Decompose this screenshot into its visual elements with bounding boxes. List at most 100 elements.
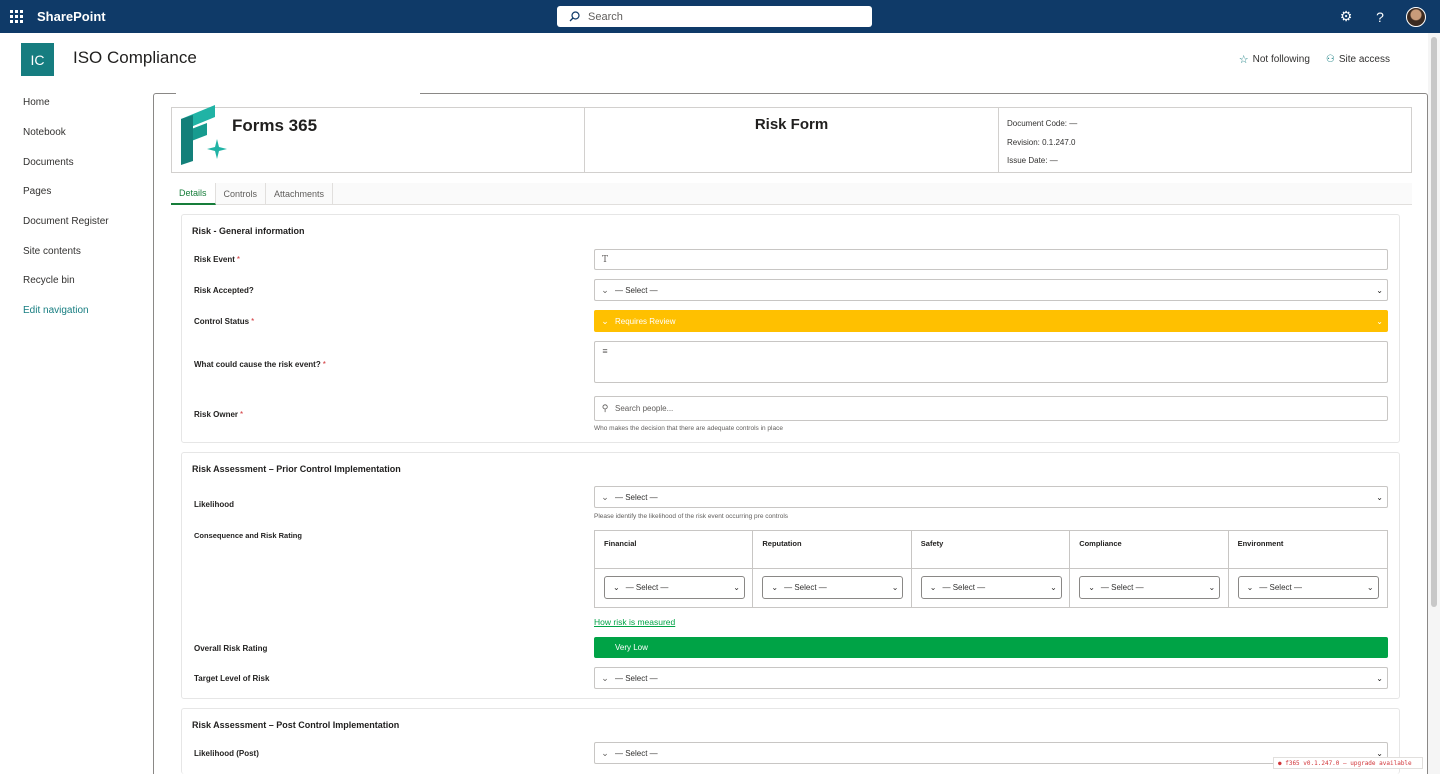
site-logo[interactable]: IC bbox=[21, 43, 54, 76]
nav-item-site-contents[interactable]: Site contents bbox=[0, 236, 152, 266]
dropdown-caret-icon: ⌄ bbox=[1208, 583, 1216, 592]
how-risk-measured-link[interactable]: How risk is measured bbox=[594, 617, 675, 627]
scrollbar-thumb[interactable] bbox=[1431, 37, 1437, 607]
financial-select[interactable]: ⌄ — Select — ⌄ bbox=[604, 576, 745, 599]
nav-item-document-register[interactable]: Document Register bbox=[0, 207, 152, 237]
dropdown-caret-icon: ⌄ bbox=[1050, 583, 1057, 592]
compliance-select[interactable]: ⌄ — Select — ⌄ bbox=[1079, 576, 1221, 599]
risk-owner-label: Risk Owner * bbox=[194, 410, 244, 419]
revision: Revision: 0.1.247.0 bbox=[1007, 137, 1076, 147]
column-header: Financial bbox=[595, 531, 753, 569]
column-header: Safety bbox=[911, 531, 1070, 569]
chevron-down-icon: ⌄ bbox=[601, 491, 609, 502]
select-value: — Select — bbox=[784, 583, 827, 592]
environment-select[interactable]: ⌄ — Select — ⌄ bbox=[1237, 576, 1379, 599]
control-status-select[interactable]: ⌄ Requires Review ⌄ bbox=[594, 310, 1388, 332]
section-prior-control: Risk Assessment – Prior Control Implemen… bbox=[181, 452, 1400, 699]
consequence-column-financial: Financial ⌄ — Select — ⌄ bbox=[595, 531, 754, 607]
likelihood-label: Likelihood bbox=[194, 500, 234, 509]
document-code: Document Code: — bbox=[1007, 119, 1078, 128]
column-header: Environment bbox=[1228, 531, 1387, 569]
version-badge[interactable]: ● f365 v0.1.247.0 — upgrade available bbox=[1273, 757, 1423, 769]
help-icon[interactable]: ? bbox=[1372, 9, 1388, 25]
chevron-down-icon: ⌄ bbox=[1088, 583, 1095, 592]
dropdown-caret-icon: ⌄ bbox=[733, 583, 740, 592]
risk-accepted-select[interactable]: ⌄ — Select — ⌄ bbox=[594, 279, 1388, 301]
chevron-down-icon: ⌄ bbox=[601, 315, 609, 326]
frame-tab bbox=[176, 87, 420, 95]
tab-details[interactable]: Details bbox=[171, 183, 216, 205]
nav-item-notebook[interactable]: Notebook bbox=[0, 118, 152, 148]
edit-navigation-link[interactable]: Edit navigation bbox=[0, 296, 152, 326]
form-tabs: Details Controls Attachments bbox=[171, 183, 1412, 205]
site-access-button[interactable]: ⚇ Site access bbox=[1326, 53, 1390, 66]
dropdown-caret-icon: ⌄ bbox=[891, 583, 899, 592]
issue-date: Issue Date: — bbox=[1007, 156, 1058, 165]
chevron-down-icon: ⌄ bbox=[771, 583, 779, 592]
likelihood-value: — Select — bbox=[615, 492, 658, 502]
form-header: Forms 365 Risk Form Document Code: — Rev… bbox=[171, 105, 1412, 173]
consequence-column-reputation: Reputation ⌄ — Select — ⌄ bbox=[753, 531, 912, 607]
section-title: Risk Assessment – Prior Control Implemen… bbox=[192, 464, 401, 474]
follow-button[interactable]: ☆ Not following bbox=[1239, 53, 1310, 66]
search-placeholder: Search bbox=[588, 10, 623, 23]
nav-item-documents[interactable]: Documents bbox=[0, 147, 152, 177]
left-navigation: Home Notebook Documents Pages Document R… bbox=[0, 88, 152, 326]
column-header: Reputation bbox=[753, 531, 911, 569]
likelihood-post-select[interactable]: ⌄ — Select — ⌄ bbox=[594, 742, 1388, 764]
section-post-control: Risk Assessment – Post Control Implement… bbox=[181, 708, 1400, 774]
risk-accepted-label: Risk Accepted? bbox=[194, 286, 254, 295]
follow-label: Not following bbox=[1252, 54, 1310, 65]
multiline-text-icon: ≡ bbox=[602, 346, 608, 356]
consequence-table: Financial ⌄ — Select — ⌄ Reputation ⌄ — … bbox=[594, 530, 1388, 608]
likelihood-post-label: Likelihood (Post) bbox=[194, 749, 259, 758]
safety-select[interactable]: ⌄ — Select — ⌄ bbox=[920, 576, 1062, 599]
control-status-label: Control Status * bbox=[194, 317, 255, 326]
section-title: Risk Assessment – Post Control Implement… bbox=[192, 720, 400, 730]
chevron-down-icon: ⌄ bbox=[601, 284, 609, 295]
select-value: — Select — bbox=[625, 583, 669, 592]
form-title: Risk Form bbox=[754, 116, 829, 133]
reputation-select[interactable]: ⌄ — Select — ⌄ bbox=[762, 576, 904, 599]
likelihood-hint: Please identify the likelihood of the ri… bbox=[594, 513, 789, 520]
risk-owner-placeholder: Search people... bbox=[615, 404, 674, 413]
target-risk-select[interactable]: ⌄ — Select — ⌄ bbox=[594, 667, 1388, 689]
nav-item-recycle-bin[interactable]: Recycle bin bbox=[0, 266, 152, 296]
tab-attachments[interactable]: Attachments bbox=[266, 183, 334, 205]
risk-owner-hint: Who makes the decision that there are ad… bbox=[594, 425, 783, 432]
risk-cause-label: What could cause the risk event? * bbox=[194, 360, 326, 369]
star-icon: ☆ bbox=[1238, 54, 1249, 66]
chevron-down-icon: ⌄ bbox=[601, 672, 609, 683]
avatar[interactable] bbox=[1406, 6, 1426, 27]
dropdown-caret-icon: ⌄ bbox=[1366, 583, 1374, 592]
likelihood-select[interactable]: ⌄ — Select — ⌄ bbox=[594, 486, 1388, 508]
search-icon bbox=[569, 11, 580, 22]
waffle-icon[interactable] bbox=[0, 0, 32, 33]
site-title[interactable]: ISO Compliance bbox=[73, 48, 197, 68]
control-status-value: Requires Review bbox=[615, 316, 676, 326]
section-title: Risk - General information bbox=[192, 226, 305, 236]
sharepoint-brand[interactable]: SharePoint bbox=[37, 9, 106, 24]
risk-accepted-value: — Select — bbox=[615, 285, 658, 295]
nav-item-pages[interactable]: Pages bbox=[0, 177, 152, 207]
target-risk-value: — Select — bbox=[615, 673, 658, 683]
tab-controls[interactable]: Controls bbox=[216, 183, 267, 205]
nav-item-home[interactable]: Home bbox=[0, 88, 152, 118]
target-risk-label: Target Level of Risk bbox=[194, 674, 270, 683]
person-icon: ⚲ bbox=[601, 403, 609, 413]
chevron-down-icon: ⌄ bbox=[601, 747, 609, 758]
forms365-logo-icon bbox=[181, 105, 227, 165]
select-value: — Select — bbox=[942, 583, 986, 592]
dropdown-caret-icon: ⌄ bbox=[1376, 492, 1383, 502]
likelihood-post-value: — Select — bbox=[615, 748, 658, 758]
dropdown-caret-icon: ⌄ bbox=[1376, 673, 1383, 683]
risk-owner-people-picker[interactable]: ⚲ Search people... bbox=[594, 396, 1388, 421]
settings-icon[interactable]: ⚙ bbox=[1338, 8, 1354, 25]
page-scrollbar[interactable] bbox=[1428, 33, 1440, 774]
forms365-brand: Forms 365 bbox=[232, 116, 318, 135]
search-input[interactable]: Search bbox=[557, 6, 872, 27]
dropdown-caret-icon: ⌄ bbox=[1376, 285, 1383, 295]
risk-event-input[interactable]: T bbox=[594, 249, 1388, 270]
risk-cause-textarea[interactable]: ≡ bbox=[594, 341, 1388, 383]
overall-risk-label: Overall Risk Rating bbox=[194, 644, 268, 653]
